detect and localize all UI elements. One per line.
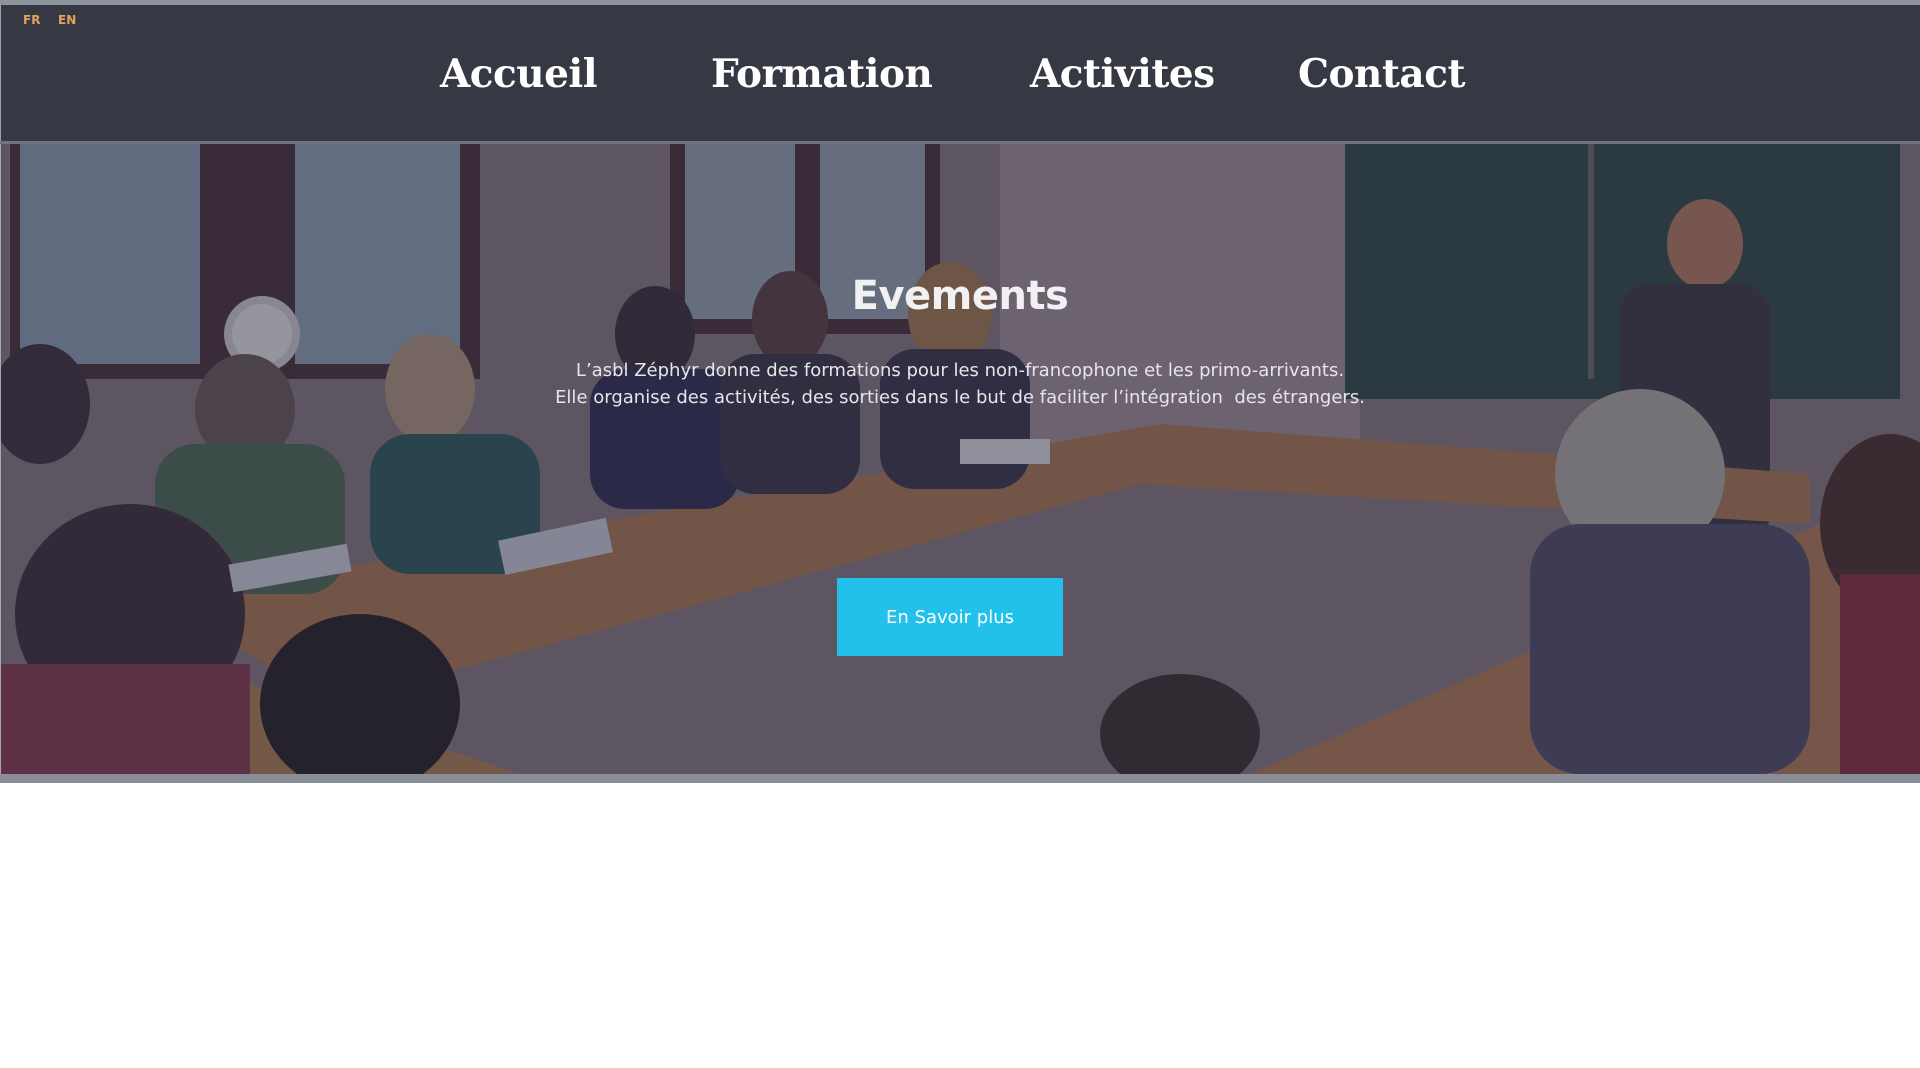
hero-dark-overlay	[0, 144, 1920, 774]
nav-contact[interactable]: Contact	[1298, 51, 1465, 97]
site-header: FR EN Accueil Formation Activites Contac…	[0, 5, 1920, 141]
nav-accueil[interactable]: Accueil	[440, 51, 598, 97]
hero-description-line-1: L’asbl Zéphyr donne des formations pour …	[575, 360, 1345, 381]
left-edge-line	[0, 144, 1, 783]
learn-more-button[interactable]: En Savoir plus	[837, 578, 1063, 656]
hero-description-line-2: Elle organise des activités, des sorties…	[555, 387, 1365, 408]
hero-title: Evements	[851, 272, 1069, 319]
hero-banner: Evements L’asbl Zéphyr donne des formati…	[0, 144, 1920, 774]
nav-activites[interactable]: Activites	[1030, 51, 1215, 97]
hero-bottom-border	[0, 774, 1920, 783]
nav-formation[interactable]: Formation	[711, 51, 933, 97]
language-en-link[interactable]: EN	[58, 13, 76, 27]
language-fr-link[interactable]: FR	[23, 13, 40, 27]
